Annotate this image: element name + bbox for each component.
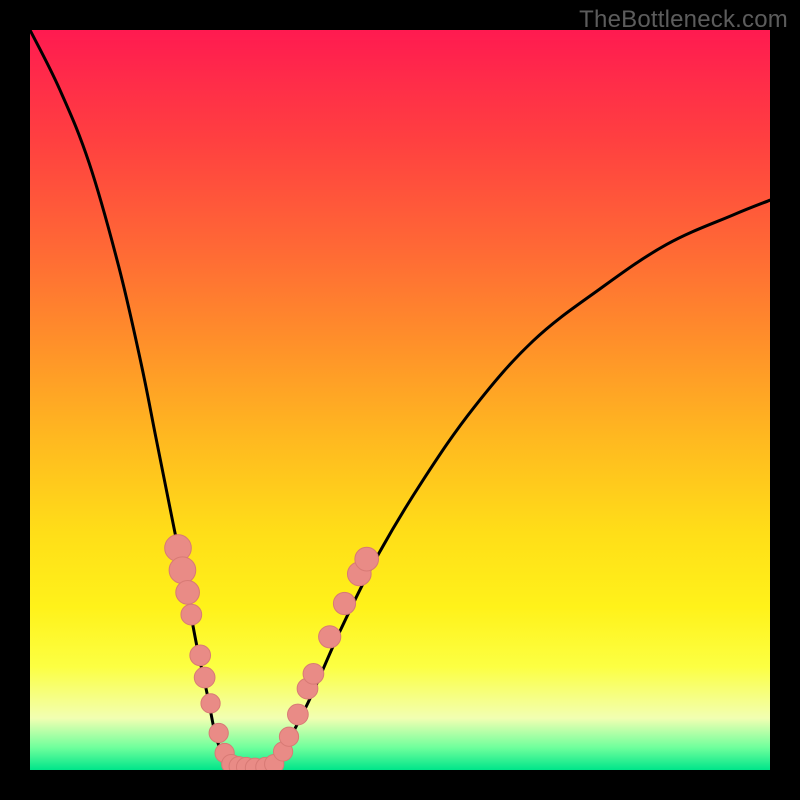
curve-marker — [169, 557, 196, 584]
plot-area — [30, 30, 770, 770]
curve-marker — [333, 592, 355, 614]
curve-marker — [201, 694, 220, 713]
curve-marker — [279, 727, 298, 746]
curve-marker — [288, 704, 309, 725]
curve-marker — [303, 663, 324, 684]
curve-marker — [176, 581, 200, 605]
curve-marker — [209, 723, 228, 742]
curve-marker — [355, 547, 379, 571]
outer-frame: TheBottleneck.com — [0, 0, 800, 800]
curve-marker — [190, 645, 211, 666]
curve-marker — [319, 626, 341, 648]
v-curve — [30, 30, 770, 770]
chart-svg — [30, 30, 770, 770]
curve-marker — [194, 667, 215, 688]
curve-marker — [181, 604, 202, 625]
